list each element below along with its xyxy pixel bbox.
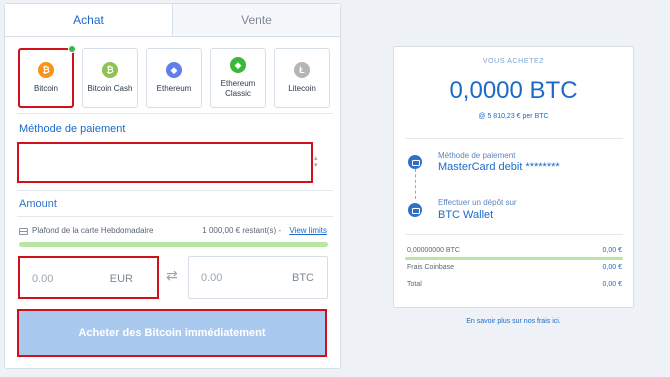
summary-row-value: 0,00 € xyxy=(602,264,622,271)
tab-buy[interactable]: Achat xyxy=(5,4,172,36)
payment-method-label: Méthode de paiement xyxy=(19,123,126,135)
coin-bitcoin[interactable]: ₿ Bitcoin xyxy=(18,45,76,108)
coin-selector: ₿ Bitcoin ₿ Bitcoin Cash ◆ Ethereum ◆ Et… xyxy=(18,45,338,108)
ethereum-classic-icon: ◆ xyxy=(230,57,246,73)
coin-ethereum[interactable]: ◆ Ethereum xyxy=(146,48,202,108)
summary-rate: @ 5 810,23 € per BTC xyxy=(478,113,549,120)
btc-amount-value: 0.00 xyxy=(201,272,223,284)
payment-method-select[interactable] xyxy=(17,142,313,183)
summary-row-btc: 0,00000000 BTC 0,00 € xyxy=(407,247,622,254)
limit-progress-fill xyxy=(19,242,328,247)
summary-payment-title: Méthode de paiement xyxy=(438,151,516,160)
limit-amount: 1 000,00 € restant(s) - xyxy=(202,226,281,235)
summary-progress-bar xyxy=(405,257,623,260)
coin-ethereum-classic[interactable]: ◆ Ethereum Classic xyxy=(210,48,266,108)
selected-check-dot xyxy=(68,45,76,53)
section-divider xyxy=(17,216,333,217)
summary-header: VOUS ACHETEZ xyxy=(482,58,545,65)
buy-now-button[interactable]: Acheter des Bitcoin immédiatement xyxy=(17,309,327,357)
summary-row-total: Total 0,00 € xyxy=(407,281,622,288)
summary-payment-value: MasterCard debit ******** xyxy=(438,161,560,173)
btc-currency-label: BTC xyxy=(292,272,314,284)
coin-label: Bitcoin xyxy=(33,84,58,93)
summary-row-label: 0,00000000 BTC xyxy=(407,247,460,254)
view-limits-link[interactable]: View limits xyxy=(289,226,327,235)
bitcoin-icon: ₿ xyxy=(38,62,54,78)
summary-deposit-value: BTC Wallet xyxy=(438,209,494,221)
fees-info-link[interactable]: En savoir plus sur nos frais ici. xyxy=(393,318,634,325)
summary-row-fees: Frais Coinbase 0,00 € xyxy=(407,264,622,271)
order-summary-card: VOUS ACHETEZ 0,0000 BTC @ 5 810,23 € per… xyxy=(393,46,634,308)
bitcoin-cash-icon: ₿ xyxy=(102,62,118,78)
select-arrows-icon: ▴ ▾ xyxy=(314,155,318,169)
summary-row-value: 0,00 € xyxy=(602,281,622,288)
eur-amount-value: 0.00 xyxy=(32,273,54,285)
swap-arrows-icon[interactable]: ⇄ xyxy=(166,267,178,284)
wallet-icon xyxy=(408,203,422,217)
card-icon xyxy=(408,155,422,169)
amount-label: Amount xyxy=(19,198,57,210)
coin-litecoin[interactable]: Ł Litecoin xyxy=(274,48,330,108)
coin-label: Litecoin xyxy=(288,84,316,93)
tab-sell[interactable]: Vente xyxy=(172,4,340,36)
eur-amount-input[interactable]: 0.00 EUR xyxy=(18,256,159,299)
limit-label: Plafond de la carte Hebdomadaire xyxy=(32,226,154,235)
summary-row-value: 0,00 € xyxy=(602,247,622,254)
tab-bar: Achat Vente xyxy=(5,4,340,37)
summary-row-label: Total xyxy=(407,281,422,288)
section-divider xyxy=(17,190,333,191)
eur-currency-label: EUR xyxy=(109,273,133,285)
section-divider xyxy=(17,113,333,114)
coin-label: Bitcoin Cash xyxy=(87,84,133,93)
coin-label: Ethereum xyxy=(156,84,192,93)
step-connector xyxy=(415,169,416,199)
card-limit-row: Plafond de la carte Hebdomadaire 1 000,0… xyxy=(19,226,329,238)
btc-amount-input[interactable]: 0.00 BTC xyxy=(188,256,328,299)
limit-progress-bar xyxy=(19,242,328,247)
summary-divider xyxy=(405,138,623,139)
coin-label: Ethereum Classic xyxy=(220,79,256,98)
litecoin-icon: Ł xyxy=(294,62,310,78)
card-icon xyxy=(19,228,28,235)
summary-divider xyxy=(405,234,623,235)
summary-row-label: Frais Coinbase xyxy=(407,264,455,271)
ethereum-icon: ◆ xyxy=(166,62,182,78)
coin-bitcoin-cash[interactable]: ₿ Bitcoin Cash xyxy=(82,48,138,108)
summary-deposit-title: Effectuer un dépôt sur xyxy=(438,198,517,207)
summary-amount: 0,0000 BTC xyxy=(449,77,578,104)
